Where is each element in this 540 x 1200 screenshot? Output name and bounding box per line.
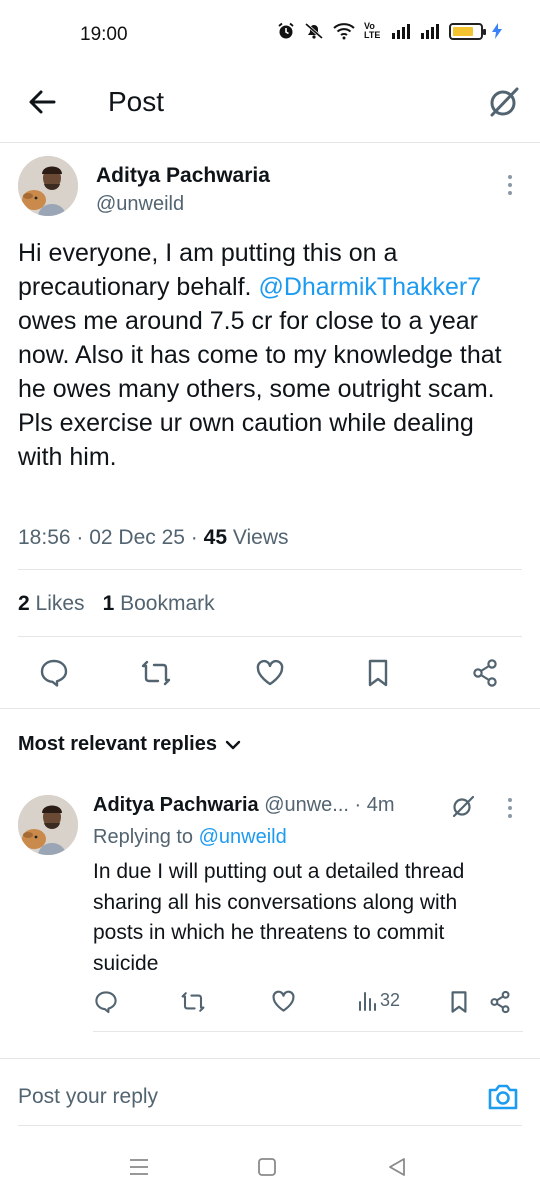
reply-grok-button[interactable] [450, 793, 476, 819]
page-title: Post [108, 86, 165, 117]
reply-comment-button[interactable] [94, 990, 118, 1014]
back-button[interactable] [26, 86, 58, 118]
volte-icon: Vo LTE [364, 21, 381, 40]
likes-stat[interactable]: 2 Likes [18, 592, 85, 616]
views-label: Views [232, 526, 289, 549]
actions-divider [0, 708, 540, 709]
like-button[interactable] [252, 655, 288, 691]
post-date[interactable]: 02 Dec 25 [89, 526, 185, 549]
wifi-icon [333, 23, 355, 40]
reply-repost-button[interactable] [180, 990, 206, 1014]
share-icon [473, 659, 497, 687]
author-avatar[interactable] [18, 156, 78, 216]
reply-views-count: 32 [380, 990, 401, 1010]
camera-icon [488, 1084, 518, 1110]
status-time: 19:00 [80, 24, 128, 45]
likes-label: Likes [35, 592, 85, 615]
post-meta: 18:56 · 02 Dec 25 · 45 Views [18, 526, 289, 549]
square-home-icon [258, 1158, 276, 1176]
comment-icon [40, 659, 68, 687]
repost-button[interactable] [138, 655, 174, 691]
reply-share-button[interactable] [488, 990, 512, 1014]
replying-to: Replying to @unweild [93, 826, 287, 849]
chevron-down-icon [225, 740, 241, 749]
likes-count: 2 [18, 592, 30, 615]
reply-text: In due I will putting out a detailed thr… [93, 860, 465, 975]
reply-compose-input[interactable]: Post your reply [18, 1085, 158, 1109]
nav-back-button[interactable] [383, 1155, 411, 1179]
bookmark-button[interactable] [360, 655, 396, 691]
post-more-button[interactable] [503, 175, 517, 195]
grok-icon [490, 87, 519, 117]
mute-icon [305, 22, 323, 40]
signal-icon-1 [392, 24, 410, 39]
post-stats: 2 Likes 1 Bookmark [18, 592, 215, 616]
heart-icon [272, 990, 295, 1012]
post-text: Hi everyone, I am putting this on a prec… [18, 236, 523, 474]
reply-like-button[interactable] [271, 990, 296, 1013]
views-count: 45 [203, 526, 227, 549]
stats-divider [18, 636, 522, 637]
reply-time[interactable]: 4m [367, 794, 395, 816]
grok-icon [452, 795, 475, 818]
replies-sort-label: Most relevant replies [18, 733, 217, 755]
reply-avatar[interactable] [18, 795, 78, 855]
menu-icon [130, 1159, 148, 1175]
comment-icon [95, 991, 117, 1014]
header-divider [0, 142, 540, 143]
bookmarks-stat[interactable]: 1 Bookmark [103, 592, 215, 616]
signal-icon-2 [421, 24, 439, 39]
compose-bottom-divider [18, 1125, 522, 1126]
heart-icon [256, 659, 284, 686]
charging-icon [492, 23, 502, 39]
repost-icon [141, 660, 171, 686]
reply-header: Aditya Pachwaria @unwe... · 4m [93, 794, 395, 817]
reply-divider [93, 1031, 523, 1032]
camera-button[interactable] [486, 1080, 520, 1114]
replies-sort-dropdown[interactable]: Most relevant replies [18, 733, 241, 756]
bookmark-icon [368, 659, 388, 687]
arrow-left-icon [29, 90, 56, 114]
bookmarks-count: 1 [102, 592, 115, 615]
reply-author-handle[interactable]: @unwe... [264, 794, 349, 816]
post-mention-link[interactable]: @DharmikThakker7 [258, 273, 481, 301]
bookmark-icon [451, 991, 467, 1013]
reply-more-button[interactable] [503, 798, 517, 818]
compose-top-divider [0, 1058, 540, 1059]
triangle-back-icon [389, 1158, 405, 1176]
replying-prefix: Replying to [93, 826, 194, 848]
post-time[interactable]: 18:56 [18, 526, 71, 549]
post-text-after: owes me around 7.5 cr for close to a yea… [18, 307, 502, 471]
repost-icon [181, 992, 205, 1012]
meta-divider [18, 569, 522, 570]
reply-bookmark-button[interactable] [448, 990, 470, 1014]
reply-button[interactable] [36, 655, 72, 691]
reply-author-name[interactable]: Aditya Pachwaria [93, 794, 259, 816]
alarm-icon [278, 22, 294, 39]
bookmarks-label: Bookmark [120, 592, 215, 615]
reply-views-button[interactable]: 32 [358, 990, 400, 1011]
status-icons: Vo LTE [277, 22, 502, 40]
share-icon [490, 990, 510, 1014]
share-button[interactable] [467, 655, 503, 691]
grok-button[interactable] [486, 84, 522, 120]
battery-icon [449, 22, 486, 40]
author-name[interactable]: Aditya Pachwaria [96, 164, 270, 188]
nav-menu-button[interactable] [125, 1155, 153, 1179]
replying-handle-link[interactable]: @unweild [199, 826, 287, 848]
nav-home-button[interactable] [253, 1155, 281, 1179]
views-chart-icon [359, 991, 376, 1011]
reply-time-separator: · [354, 794, 367, 816]
author-handle[interactable]: @unweild [96, 193, 184, 216]
